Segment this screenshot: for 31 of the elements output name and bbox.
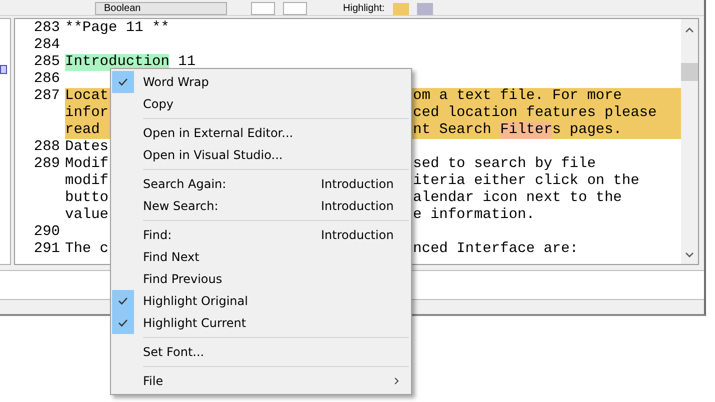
highlighted-text: Filter <box>500 122 552 139</box>
line-number: 290 <box>32 224 61 241</box>
code-text: The c <box>65 241 109 258</box>
code-text: Modif <box>65 156 109 173</box>
code-text: nced Interface are: <box>413 241 578 258</box>
code-text: e information. <box>413 207 535 224</box>
code-text: s pages. <box>552 122 622 139</box>
line-number: 291 <box>32 241 61 258</box>
line-number: 284 <box>32 37 61 54</box>
code-text: 11 <box>177 54 196 71</box>
line-number: 283 <box>32 20 61 37</box>
code-text: iteria either click on the <box>413 173 640 190</box>
line-number: 286 <box>32 71 61 88</box>
code-text: ced location features please <box>413 105 657 122</box>
code-text: alendar icon next to the <box>413 190 622 207</box>
code-text: om a text file. For more <box>413 88 622 105</box>
line-number: 285 <box>32 54 61 71</box>
line-number: 287 <box>32 88 61 105</box>
code-text: sed to search by file <box>413 156 596 173</box>
code-text: value <box>65 207 109 224</box>
code-text: nt Search <box>413 122 492 139</box>
code-text: infor <box>65 105 109 122</box>
code-text: butto <box>65 190 109 207</box>
code-text: modif <box>65 173 109 190</box>
code-text: **Page 11 ** <box>65 20 170 37</box>
code-text: read <box>65 122 100 139</box>
code-text: Locat <box>65 88 109 105</box>
code-text: Dates <box>65 139 109 156</box>
highlight-label: Highlight: <box>343 3 385 15</box>
line-number: 288 <box>32 139 61 156</box>
line-number: 289 <box>32 156 61 173</box>
